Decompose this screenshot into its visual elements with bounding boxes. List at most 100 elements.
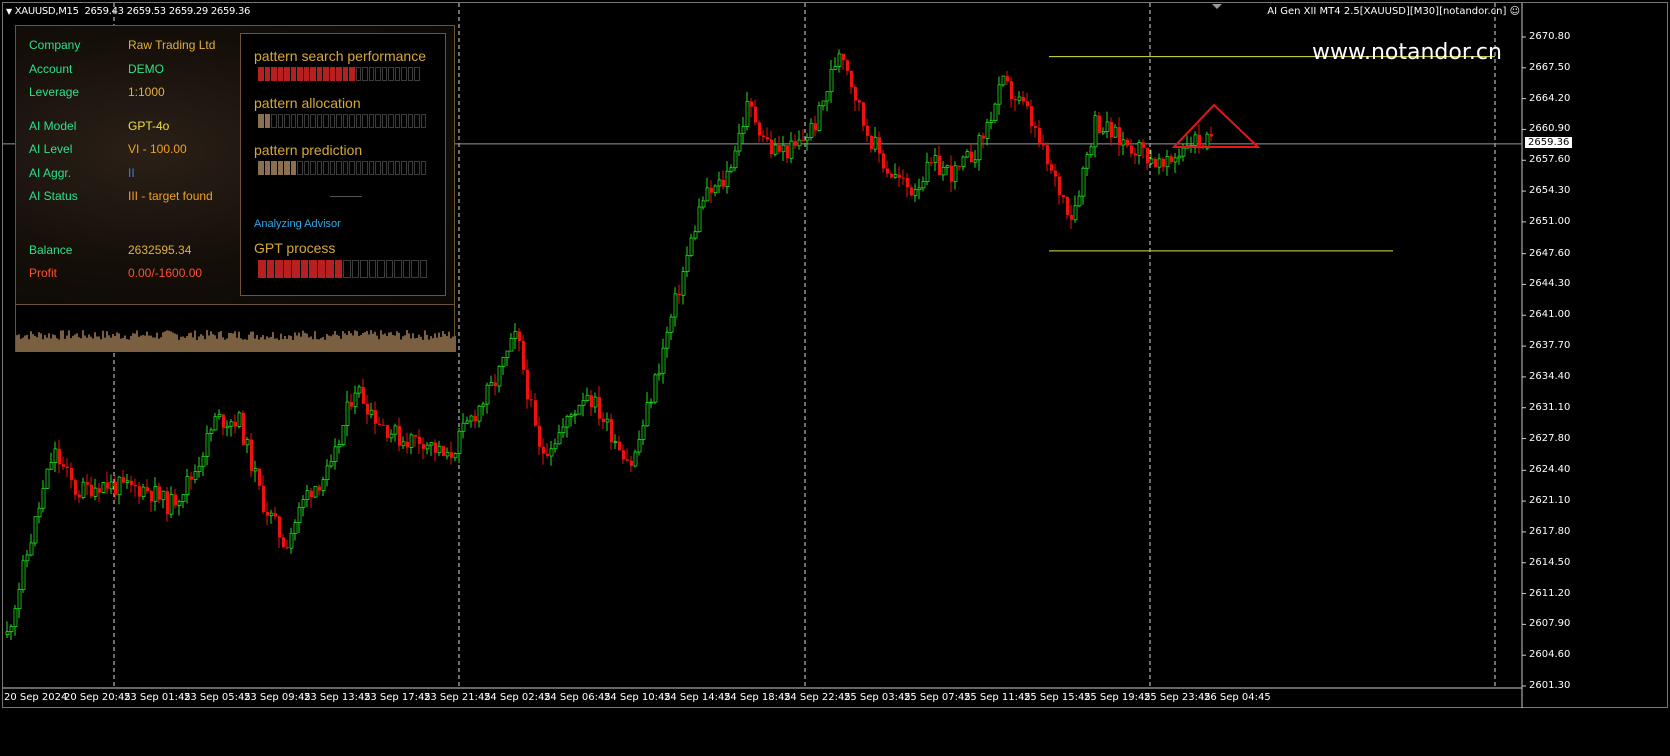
activity-bar [146, 331, 148, 352]
bull-candle [321, 479, 326, 491]
activity-bar [214, 335, 216, 352]
bear-candle [106, 482, 109, 489]
time-tick-label: 23 Sep 09:45 [244, 692, 311, 703]
activity-bar [280, 333, 282, 352]
expert-advisor-title[interactable]: AI Gen XII MT4 2.5[XAUUSD][M30][notandor… [1267, 6, 1520, 17]
activity-bar [260, 337, 262, 352]
activity-bar [154, 337, 156, 352]
progress-cell [329, 67, 335, 81]
activity-bar [186, 336, 188, 352]
bull-candle [773, 144, 778, 155]
bull-candle [809, 122, 814, 138]
bear-candle [678, 293, 681, 296]
bull-candle [1073, 205, 1078, 221]
activity-bar [274, 338, 276, 352]
activity-bar [44, 335, 46, 352]
bear-candle [274, 513, 277, 517]
bear-candle [190, 476, 193, 480]
bear-candle [722, 179, 725, 187]
activity-bar [438, 332, 440, 352]
bull-candle [369, 409, 374, 415]
bull-candle [673, 293, 678, 318]
bear-candle [158, 486, 161, 500]
bear-candle [414, 434, 417, 437]
bull-candle [329, 461, 334, 467]
bear-candle [406, 441, 409, 448]
bull-candle [989, 120, 994, 123]
bear-candle [630, 460, 633, 467]
info-label: AI Model [29, 118, 77, 133]
activity-bar [222, 337, 224, 352]
activity-bar [84, 335, 86, 352]
activity-bar [204, 339, 206, 352]
bull-candle [953, 165, 958, 183]
bear-candle [854, 86, 857, 101]
price-tick-label: 2670.80 [1529, 31, 1571, 42]
progress-cell [309, 260, 317, 278]
activity-bar [198, 336, 200, 352]
bear-candle [778, 145, 781, 152]
progress-title: pattern search performance [254, 48, 426, 64]
progress-cell [388, 114, 394, 128]
price-tick-label: 2634.40 [1529, 370, 1571, 382]
activity-bar [120, 338, 122, 352]
activity-strip [15, 305, 456, 352]
activity-bar [156, 332, 158, 352]
activity-bar [18, 334, 20, 352]
bull-candle [333, 446, 338, 462]
bull-candle [729, 167, 734, 172]
bull-candle [9, 626, 14, 632]
time-tick-label: 26 Sep 04:45 [1204, 692, 1271, 703]
progress-cell [310, 67, 316, 81]
activity-bar [178, 339, 180, 352]
info-value: 2632595.34 [128, 242, 192, 257]
activity-bar [318, 339, 320, 352]
progress-cell [360, 260, 368, 278]
bull-candle [45, 468, 50, 489]
current-price-label: 2659.36 [1525, 137, 1573, 148]
progress-cell [316, 67, 322, 81]
activity-bar [172, 332, 174, 352]
bear-candle [1042, 143, 1045, 146]
activity-bar [386, 336, 388, 352]
bear-candle [590, 395, 593, 407]
activity-bar [20, 338, 22, 352]
bull-candle [697, 206, 702, 233]
progress-cell [303, 67, 309, 81]
activity-bar [34, 335, 36, 352]
bull-candle [501, 357, 506, 367]
progress-cell [258, 114, 264, 128]
bull-candle [1121, 139, 1126, 146]
activity-bar [316, 339, 318, 352]
activity-bar [348, 330, 350, 352]
progress-cell [420, 114, 426, 128]
bear-candle [910, 187, 913, 196]
progress-box: pattern search performance pattern alloca… [240, 33, 446, 296]
activity-bar [58, 339, 60, 352]
bear-candle [58, 448, 61, 465]
bear-candle [938, 155, 941, 175]
activity-bar [326, 333, 328, 352]
bear-candle [1014, 99, 1017, 101]
progress-cell [284, 161, 290, 175]
activity-bar [250, 331, 252, 352]
bear-candle [526, 369, 529, 400]
activity-bar [138, 336, 140, 352]
price-tick-label: 2647.60 [1529, 247, 1571, 259]
progress-cell [368, 161, 374, 175]
bear-candle [1162, 158, 1165, 167]
activity-bar [128, 339, 130, 352]
activity-bar [32, 334, 34, 352]
activity-bar [124, 335, 126, 352]
progress-cell [290, 114, 296, 128]
progress-cell [381, 67, 387, 81]
bull-candle [1105, 121, 1110, 132]
progress-cell [368, 67, 374, 81]
bull-candle [269, 512, 274, 517]
time-tick-label: 24 Sep 18:45 [724, 692, 791, 703]
activity-bar [358, 335, 360, 352]
activity-bar [338, 335, 340, 352]
bull-candle [497, 365, 502, 387]
shift-marker-icon[interactable] [1212, 4, 1222, 9]
activity-bar [292, 339, 294, 352]
